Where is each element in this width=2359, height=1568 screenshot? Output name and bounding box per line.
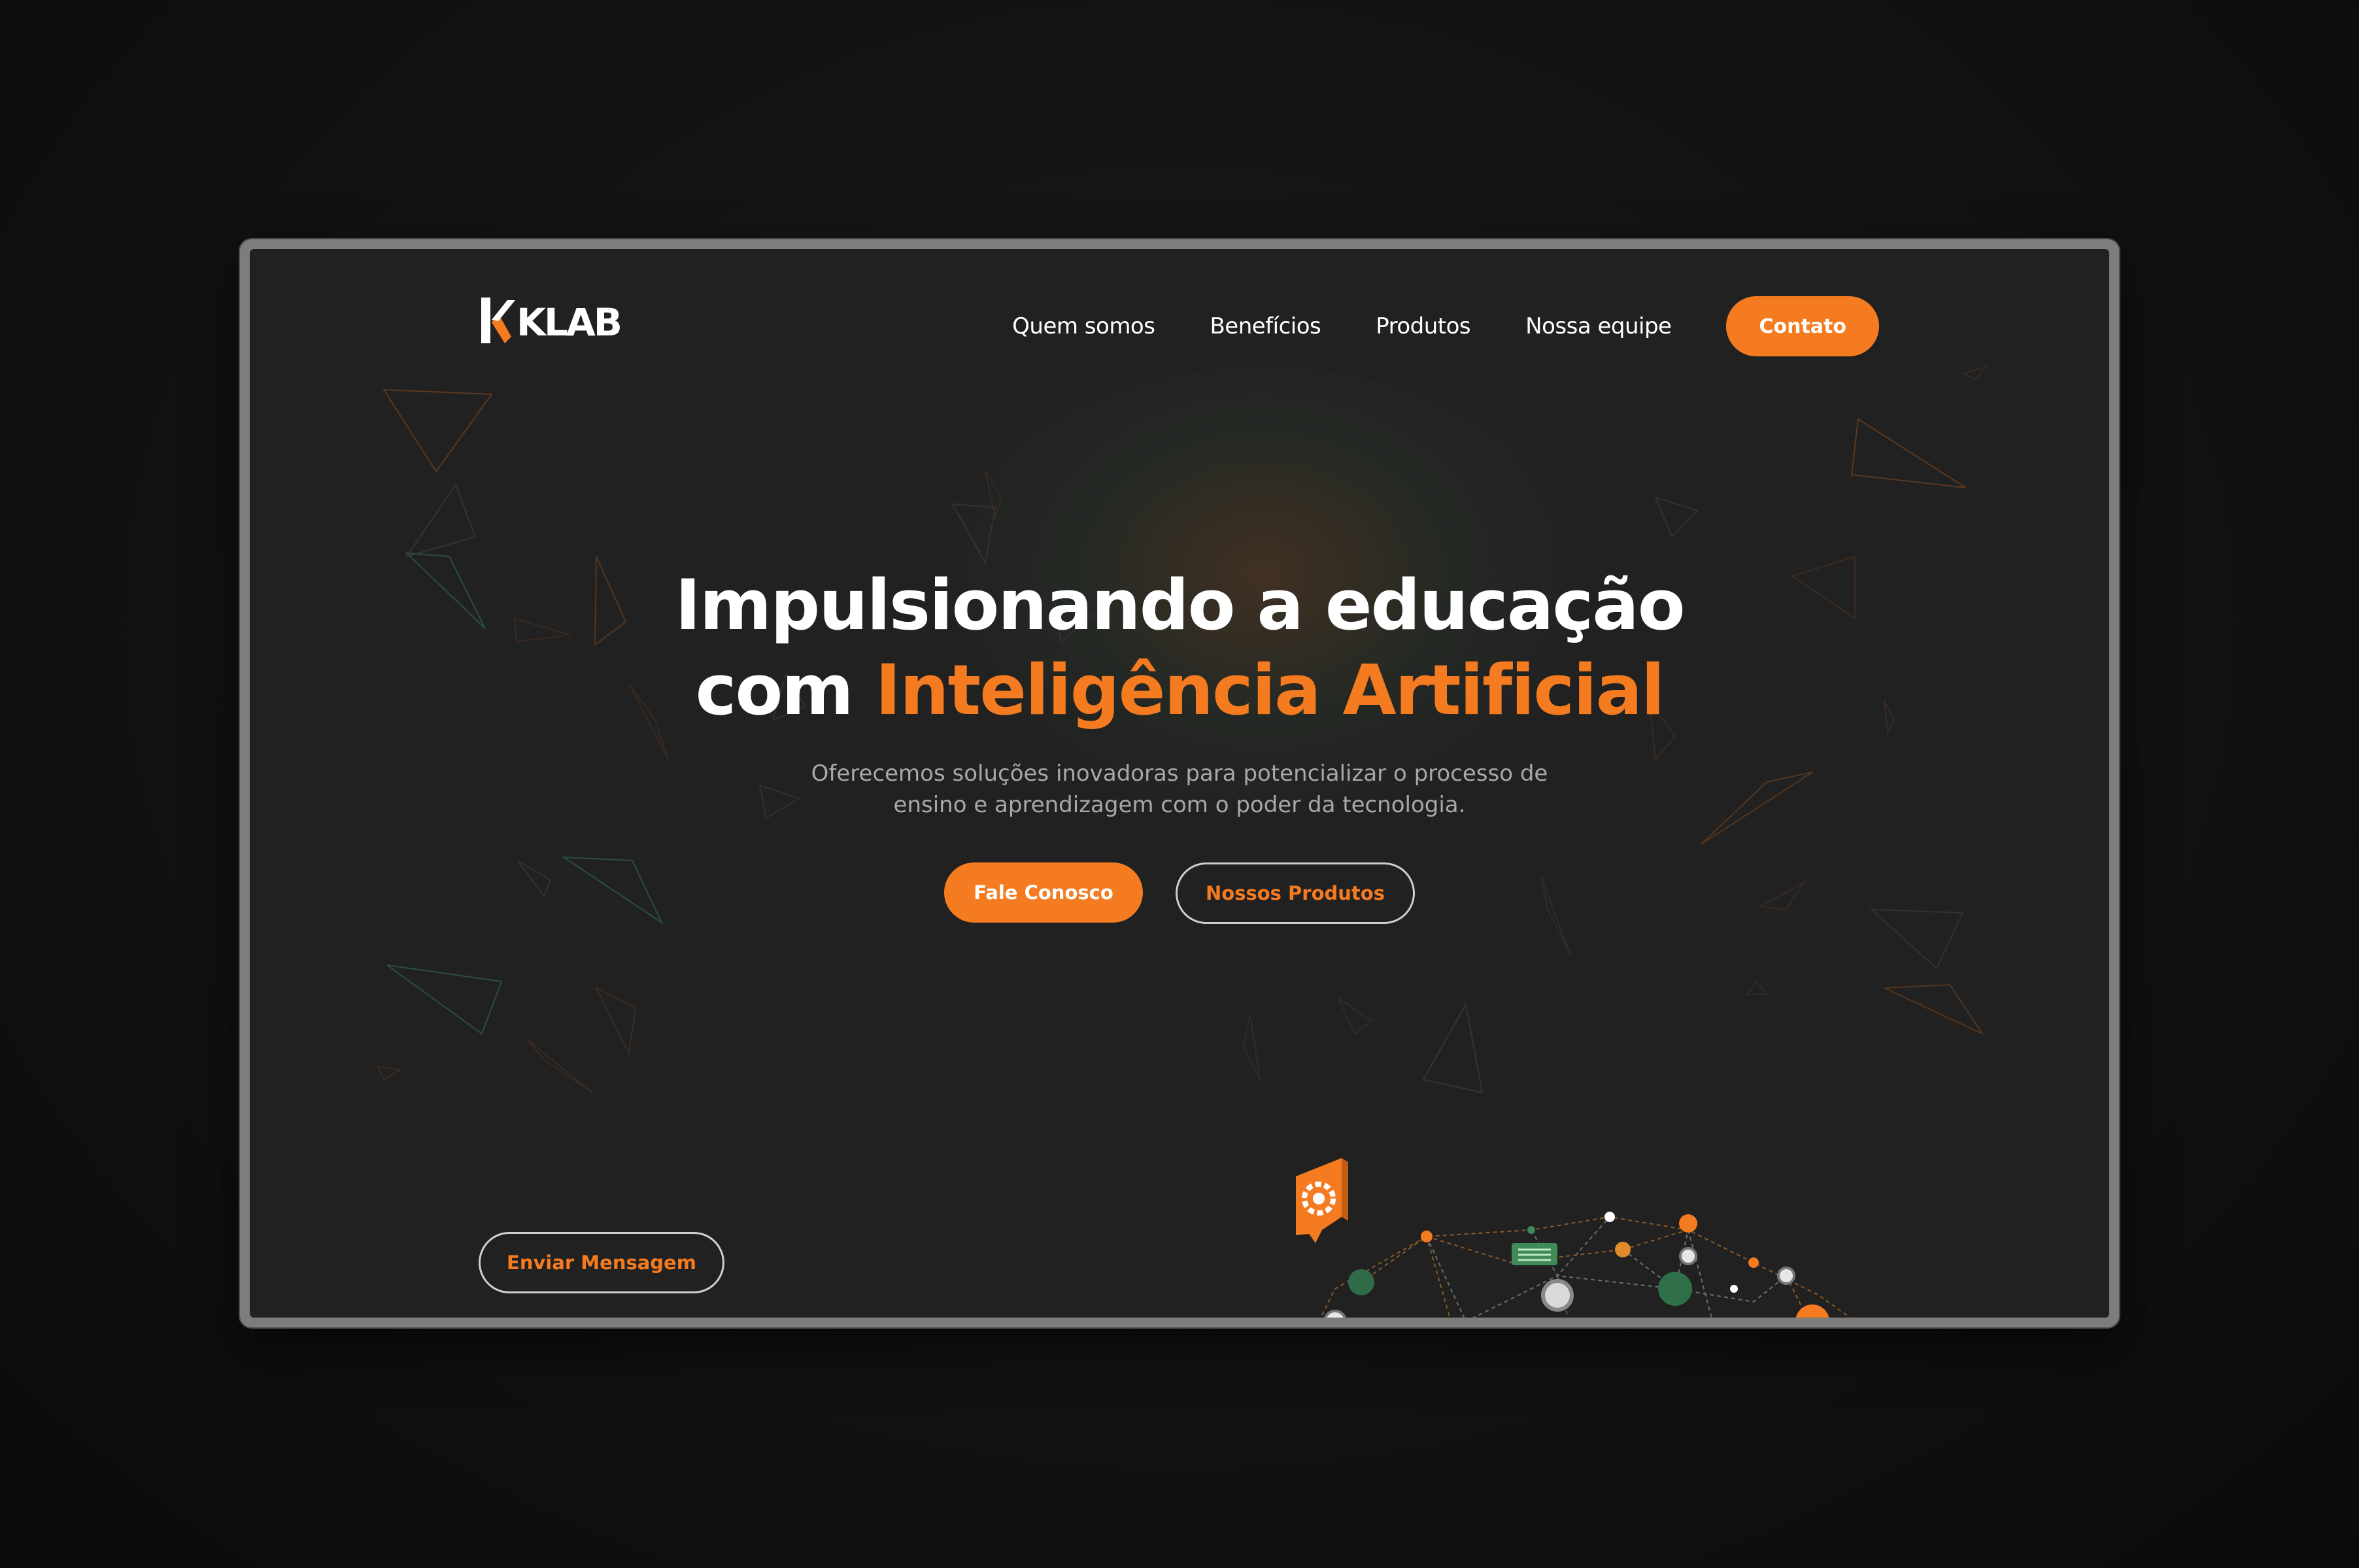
website-screen: KLAB Quem somos Benefícios Produtos Noss… [250,249,2109,1318]
logo-mark-icon [481,298,515,343]
nav-item-nossa-equipe[interactable]: Nossa equipe [1525,313,1672,339]
main-nav: Quem somos Benefícios Produtos Nossa equ… [1012,296,1879,356]
nossos-produtos-button[interactable]: Nossos Produtos [1176,862,1415,924]
hero-title: Impulsionando a educação com Inteligênci… [250,563,2109,733]
hero-section: Impulsionando a educação com Inteligênci… [250,563,2109,924]
device-frame: KLAB Quem somos Benefícios Produtos Noss… [240,239,2119,1327]
contact-button[interactable]: Contato [1726,296,1879,356]
logo-text: KLAB [517,300,622,345]
enviar-mensagem-button[interactable]: Enviar Mensagem [479,1232,724,1293]
hero-title-prefix: com [695,650,875,730]
fale-conosco-button[interactable]: Fale Conosco [944,862,1143,923]
gear-icon [1296,1158,1348,1243]
hero-title-line1: Impulsionando a educação [675,565,1685,645]
klab-logo[interactable]: KLAB [479,298,622,350]
hero-title-accent: Inteligência Artificial [875,650,1665,730]
nav-item-beneficios[interactable]: Benefícios [1210,313,1321,339]
hero-subtitle: Oferecemos soluções inovadoras para pote… [811,760,1548,818]
hero-buttons: Fale Conosco Nossos Produtos [250,862,2109,924]
network-illustration [1296,1158,1852,1318]
nav-item-quem-somos[interactable]: Quem somos [1012,313,1155,339]
nav-item-produtos[interactable]: Produtos [1376,313,1470,339]
